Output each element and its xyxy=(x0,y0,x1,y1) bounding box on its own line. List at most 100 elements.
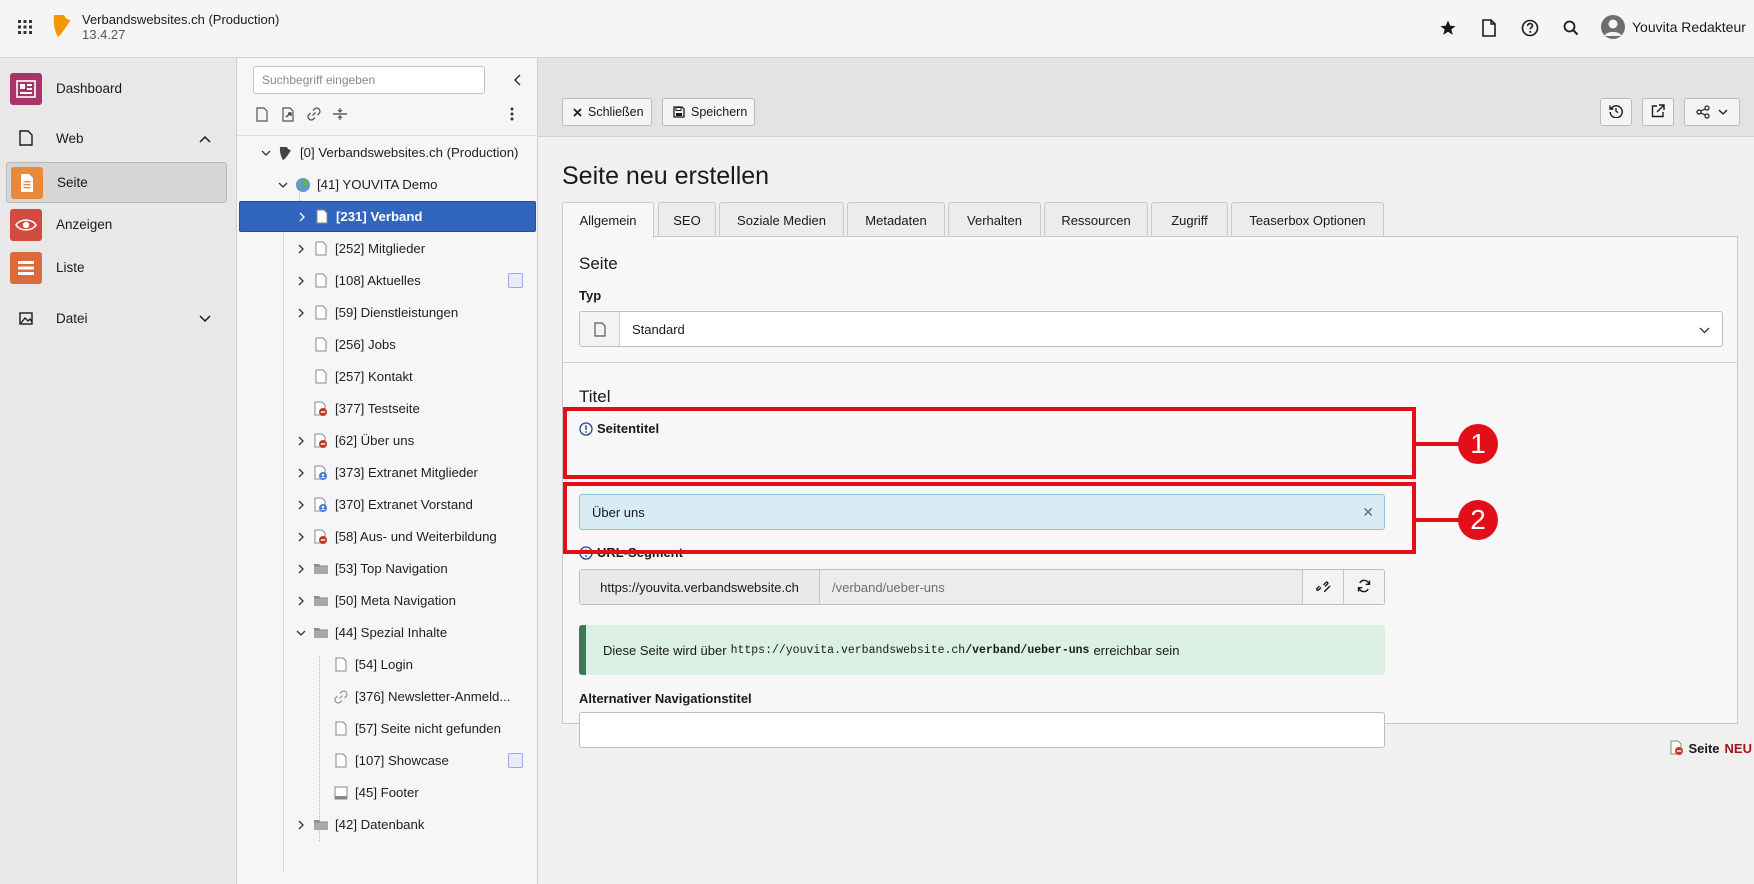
toggle-manual-edit-button[interactable] xyxy=(1302,570,1343,604)
tree-node[interactable]: [41] YOUVITA Demo xyxy=(239,169,536,200)
chevron-right-icon[interactable] xyxy=(295,467,307,479)
save-button[interactable]: Speichern xyxy=(662,98,755,126)
chevron-right-icon[interactable] xyxy=(295,243,307,255)
help-icon[interactable] xyxy=(1519,17,1541,39)
tree-node[interactable]: [231] Verband xyxy=(239,201,536,232)
chevron-right-icon[interactable] xyxy=(296,211,308,223)
page-restricted-icon xyxy=(313,465,329,481)
tab-ressourcen[interactable]: Ressourcen xyxy=(1044,202,1148,237)
tab-seo[interactable]: SEO xyxy=(658,202,716,237)
tree-node[interactable]: [59] Dienstleistungen xyxy=(239,297,536,328)
chevron-right-icon[interactable] xyxy=(295,307,307,319)
tree-node[interactable]: [252] Mitglieder xyxy=(239,233,536,264)
version-label: 13.4.27 xyxy=(82,27,126,42)
tree-search-input[interactable] xyxy=(253,66,485,94)
new-page-tool-icon[interactable] xyxy=(252,104,272,124)
typo3-logo-icon[interactable] xyxy=(51,12,75,40)
tree-node[interactable]: [256] Jobs xyxy=(239,329,536,360)
tree-node-label: [50] Meta Navigation xyxy=(335,593,456,608)
chevron-right-icon[interactable] xyxy=(295,595,307,607)
dashboard-icon xyxy=(10,72,42,105)
chevron-right-icon[interactable] xyxy=(295,819,307,831)
chevron-down-icon[interactable] xyxy=(260,147,272,159)
record-state-badge: NEU xyxy=(1724,740,1752,756)
tree-node[interactable]: [57] Seite nicht gefunden xyxy=(239,713,536,744)
tree-node[interactable]: [42] Datenbank xyxy=(239,809,536,840)
tree-node[interactable]: [377] Testseite xyxy=(239,393,536,424)
url-info-callout: Diese Seite wird über https://youvita.ve… xyxy=(579,625,1385,675)
content-badge-icon xyxy=(508,273,523,288)
tab-soziale-medien[interactable]: Soziale Medien xyxy=(719,202,844,237)
tree-node[interactable]: [45] Footer xyxy=(239,777,536,808)
tree-node[interactable]: [107] Showcase xyxy=(239,745,536,776)
folder-icon xyxy=(313,817,329,833)
open-in-new-window-button[interactable] xyxy=(1642,98,1674,126)
tab-allgemein[interactable]: Allgemein xyxy=(562,202,654,238)
page-hidden-icon xyxy=(1670,740,1684,756)
alt-nav-title-label: Alternativer Navigationstitel xyxy=(579,691,752,706)
tree-node-label: [257] Kontakt xyxy=(335,369,413,384)
bookmark-star-icon[interactable] xyxy=(1437,17,1459,39)
chevron-right-icon[interactable] xyxy=(295,531,307,543)
view-eye-icon xyxy=(10,208,42,241)
module-dashboard[interactable]: Dashboard xyxy=(6,68,227,109)
page-icon xyxy=(314,209,330,225)
share-icon xyxy=(1696,105,1710,119)
more-vertical-icon[interactable] xyxy=(502,104,522,124)
recalculate-slug-button[interactable] xyxy=(1343,570,1384,604)
tree-node[interactable]: [108] Aktuelles xyxy=(239,265,536,296)
tree-node-label: [256] Jobs xyxy=(335,337,396,352)
tab-verhalten[interactable]: Verhalten xyxy=(948,202,1041,237)
tree-node[interactable]: [44] Spezial Inhalte xyxy=(239,617,536,648)
chevron-right-icon[interactable] xyxy=(295,563,307,575)
share-dropdown-button[interactable] xyxy=(1684,98,1740,126)
tree-toolbar-divider xyxy=(237,135,538,136)
tree-node[interactable]: [373] Extranet Mitglieder xyxy=(239,457,536,488)
history-button[interactable] xyxy=(1600,98,1632,126)
module-liste[interactable]: Liste xyxy=(6,247,227,288)
tab-zugriff[interactable]: Zugriff xyxy=(1151,202,1228,237)
highlight-box-2 xyxy=(563,482,1416,554)
new-page-arrow-icon[interactable] xyxy=(279,104,299,124)
module-group-datei[interactable]: Datei xyxy=(6,300,227,336)
tree-node-label: [107] Showcase xyxy=(355,753,449,768)
refresh-icon xyxy=(1357,579,1371,596)
chevron-right-icon[interactable] xyxy=(295,275,307,287)
tree-node[interactable]: [50] Meta Navigation xyxy=(239,585,536,616)
tree-node[interactable]: [257] Kontakt xyxy=(239,361,536,392)
alt-nav-title-input[interactable] xyxy=(579,712,1385,748)
tree-node[interactable]: [58] Aus- und Weiterbildung xyxy=(239,521,536,552)
tree-node[interactable]: [62] Über uns xyxy=(239,425,536,456)
tree-node[interactable]: [0] Verbandswebsites.ch (Production) xyxy=(239,137,536,168)
user-name[interactable]: Youvita Redakteur xyxy=(1632,19,1746,35)
chevron-right-icon[interactable] xyxy=(295,435,307,447)
url-segment-input[interactable]: /verband/ueber-uns xyxy=(820,570,1302,604)
module-group-web[interactable]: Web xyxy=(6,120,227,156)
chevron-down-icon[interactable] xyxy=(277,179,289,191)
tree-node[interactable]: [53] Top Navigation xyxy=(239,553,536,584)
record-state: Seite NEU xyxy=(1670,740,1752,756)
chevron-right-icon[interactable] xyxy=(295,499,307,511)
collapse-tree-icon[interactable] xyxy=(507,70,527,90)
close-button[interactable]: Schließen xyxy=(562,98,652,126)
tree-node[interactable]: [54] Login xyxy=(239,649,536,680)
separator-tool-icon[interactable] xyxy=(330,104,350,124)
user-avatar[interactable] xyxy=(1601,15,1625,39)
open-docs-icon[interactable] xyxy=(1478,17,1500,39)
link-tool-icon[interactable] xyxy=(304,104,324,124)
folder-icon xyxy=(313,625,329,641)
tree-node-label: [108] Aktuelles xyxy=(335,273,421,288)
apps-grid-icon[interactable] xyxy=(14,16,36,38)
module-seite[interactable]: Seite xyxy=(6,162,227,203)
tree-node-label: [42] Datenbank xyxy=(335,817,425,832)
annotation-marker-2: 2 xyxy=(1458,500,1498,540)
tree-node[interactable]: [376] Newsletter-Anmeld... xyxy=(239,681,536,712)
footer-page-icon xyxy=(333,785,349,801)
module-anzeigen[interactable]: Anzeigen xyxy=(6,204,227,245)
typ-select[interactable]: Standard xyxy=(579,311,1723,347)
tab-metadaten[interactable]: Metadaten xyxy=(847,202,945,237)
chevron-down-icon[interactable] xyxy=(295,627,307,639)
tree-node[interactable]: [370] Extranet Vorstand xyxy=(239,489,536,520)
tab-teaserbox-optionen[interactable]: Teaserbox Optionen xyxy=(1231,202,1384,237)
search-icon[interactable] xyxy=(1560,17,1582,39)
